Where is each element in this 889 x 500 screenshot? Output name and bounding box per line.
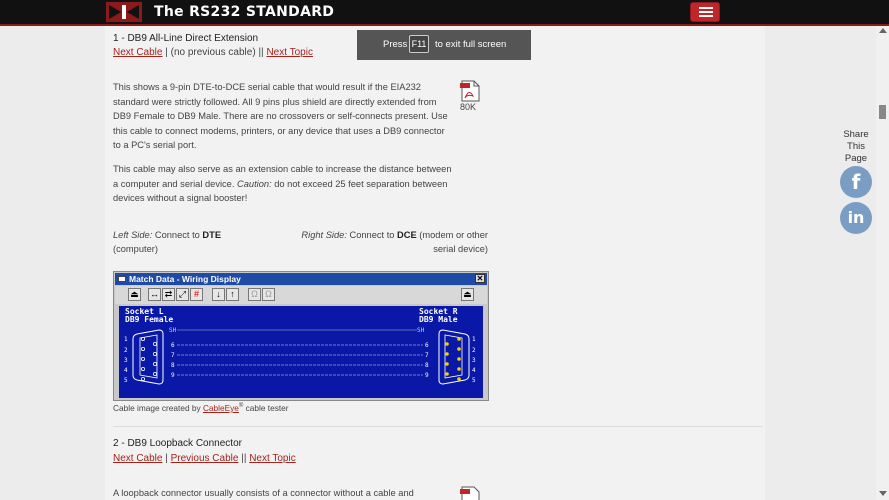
- close-icon: ✕: [475, 274, 485, 283]
- fit-icon: ⤢: [176, 288, 189, 301]
- left-side-note: Left Side: Connect to DTE (computer): [113, 230, 222, 254]
- svg-text:5: 5: [472, 377, 476, 384]
- wiring-display-image: Match Data - Wiring Display ✕ ⏏ ↔ ⇄ ⤢ # …: [113, 271, 489, 401]
- ohm-icon: Ω: [248, 288, 261, 301]
- scroll-thumb[interactable]: [879, 105, 886, 119]
- scroll-up-icon[interactable]: [879, 28, 887, 33]
- pdf-icon[interactable]: [459, 80, 481, 102]
- site-title[interactable]: The RS232 STANDARD: [154, 4, 334, 20]
- section2-nav: Next Cable | Previous Cable || Next Topi…: [113, 453, 296, 464]
- f11-key: F11: [409, 35, 429, 53]
- svg-text:1: 1: [472, 336, 476, 343]
- ohm-alt-icon: Ω: [262, 288, 275, 301]
- grid-icon: #: [190, 288, 203, 301]
- fullscreen-notice: Press F11 to exit full screen: [357, 30, 531, 60]
- svg-text:4: 4: [472, 367, 476, 374]
- scrollbar[interactable]: [876, 26, 889, 500]
- previous-cable-link[interactable]: Previous Cable: [171, 453, 239, 464]
- svg-text:6: 6: [171, 342, 175, 349]
- share-label: Share This Page: [843, 129, 869, 164]
- svg-text:2: 2: [124, 347, 128, 354]
- menu-button[interactable]: [690, 2, 720, 22]
- wiring-toolbar: ⏏ ↔ ⇄ ⤢ # ↓ ↑ Ω Ω ⏏: [115, 286, 487, 304]
- svg-text:7: 7: [425, 352, 429, 359]
- svg-text:6: 6: [425, 342, 429, 349]
- window-icon: [118, 276, 126, 282]
- wiring-caption: Cable image created by CableEye® cable t…: [113, 403, 289, 413]
- section-divider: [113, 426, 763, 427]
- svg-text:SH: SH: [417, 327, 425, 334]
- pdf-size: 80K: [460, 102, 477, 112]
- wiring-diagram: Socket L DB9 Female Socket R DB9 Male SH…: [124, 307, 476, 385]
- svg-text:SH: SH: [169, 327, 177, 334]
- linkedin-icon: in: [847, 208, 865, 227]
- down-arrow-icon: ↓: [212, 288, 225, 301]
- right-side-note: Right Side: Connect to DCE (modem or oth…: [301, 230, 488, 254]
- svg-text:2: 2: [472, 347, 476, 354]
- up-arrow-icon: ↑: [226, 288, 239, 301]
- next-cable-link[interactable]: Next Cable: [113, 47, 162, 58]
- no-previous-cable: (no previous cable): [170, 47, 256, 58]
- next-topic-link[interactable]: Next Topic: [266, 47, 313, 58]
- expand-icon: ↔: [148, 288, 161, 301]
- next-topic-link[interactable]: Next Topic: [249, 453, 296, 464]
- section1-paragraph-2: This cable may also serve as an extensio…: [113, 164, 452, 204]
- svg-text:8: 8: [425, 362, 429, 369]
- section2-paragraph-1: A loopback connector usually consists of…: [113, 488, 414, 498]
- logo-icon[interactable]: [106, 2, 142, 22]
- svg-text:4: 4: [124, 367, 128, 374]
- eject-right-icon: ⏏: [461, 288, 474, 301]
- svg-text:DB9 Male: DB9 Male: [419, 315, 458, 324]
- pdf-icon[interactable]: [459, 486, 481, 500]
- wire-panel: Socket L DB9 Female Socket R DB9 Male SH…: [119, 306, 483, 398]
- section2-title: 2 - DB9 Loopback Connector: [113, 438, 242, 449]
- svg-text:8: 8: [171, 362, 175, 369]
- linkedin-share-button[interactable]: in: [840, 202, 872, 234]
- svg-text:5: 5: [124, 377, 128, 384]
- svg-text:7: 7: [171, 352, 175, 359]
- wiring-window-title: Match Data - Wiring Display ✕: [115, 273, 487, 285]
- svg-text:1: 1: [124, 336, 128, 343]
- facebook-share-button[interactable]: f: [840, 166, 872, 198]
- cableeye-link[interactable]: CableEye: [203, 403, 239, 413]
- scroll-down-icon[interactable]: [879, 491, 887, 496]
- next-cable-link[interactable]: Next Cable: [113, 453, 162, 464]
- facebook-icon: f: [851, 170, 861, 194]
- section1-title: 1 - DB9 All-Line Direct Extension: [113, 33, 259, 44]
- eject-icon: ⏏: [128, 288, 141, 301]
- hamburger-icon: [699, 7, 713, 9]
- swap-icon: ⇄: [162, 288, 175, 301]
- svg-text:3: 3: [124, 357, 128, 364]
- svg-text:9: 9: [425, 372, 429, 379]
- section1-nav: Next Cable | (no previous cable) || Next…: [113, 47, 313, 58]
- svg-text:DB9 Female: DB9 Female: [125, 315, 173, 324]
- section1-paragraph-1: This shows a 9-pin DTE-to-DCE serial cab…: [113, 82, 448, 151]
- svg-text:9: 9: [171, 372, 175, 379]
- svg-text:3: 3: [472, 357, 476, 364]
